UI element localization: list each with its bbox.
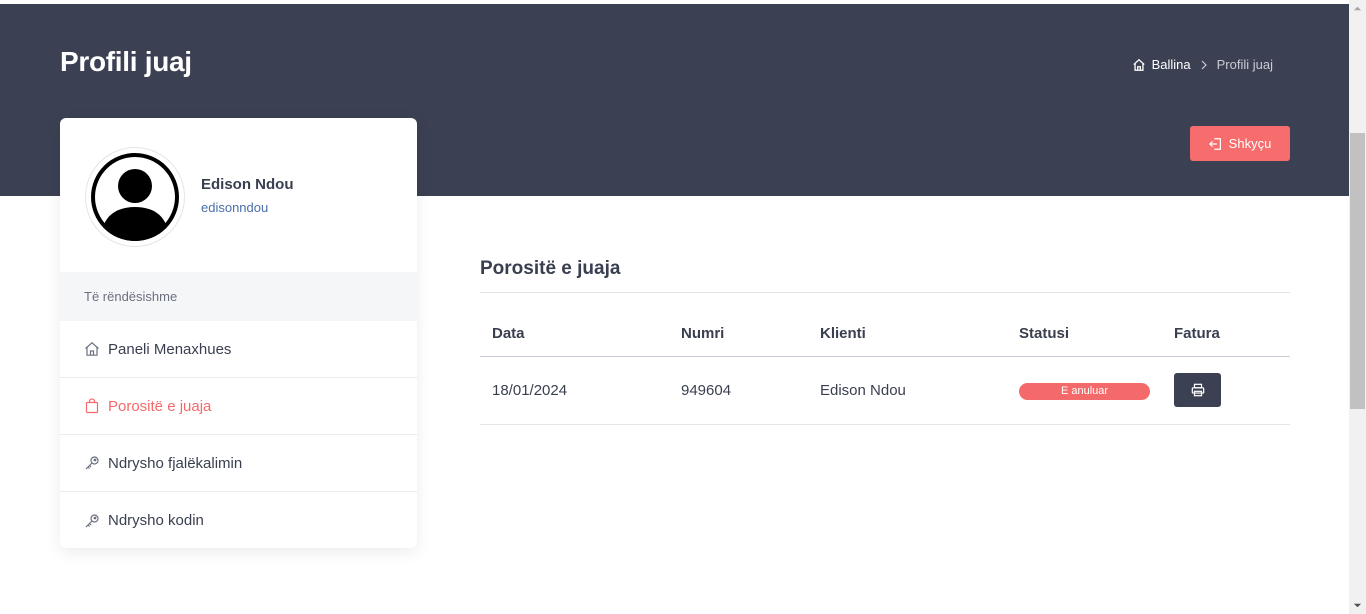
sidebar-section-label: Të rëndësishme — [60, 272, 417, 321]
key-icon — [84, 513, 100, 529]
sidebar-item-change-password[interactable]: Ndrysho fjalëkalimin — [60, 435, 417, 492]
vertical-scrollbar[interactable] — [1349, 0, 1366, 614]
shopping-bag-icon — [84, 398, 100, 414]
profile-summary: Edison Ndou edisonndou — [60, 118, 417, 272]
column-header-status: Statusi — [1007, 311, 1162, 357]
avatar — [85, 147, 185, 247]
status-badge: E anuluar — [1019, 382, 1150, 400]
user-avatar-icon — [91, 153, 179, 241]
orders-title: Porositë e juaja — [480, 258, 1290, 293]
order-date: 18/01/2024 — [480, 356, 669, 425]
scroll-down-arrow-icon[interactable] — [1353, 601, 1362, 610]
logout-icon — [1208, 137, 1223, 151]
breadcrumb-home-link[interactable]: Ballina — [1152, 57, 1191, 72]
breadcrumb-current: Profili juaj — [1216, 57, 1273, 72]
sidebar-item-orders[interactable]: Porositë e juaja — [60, 378, 417, 435]
column-header-number: Numri — [669, 311, 808, 357]
order-client: Edison Ndou — [808, 356, 1007, 425]
column-header-client: Klienti — [808, 311, 1007, 357]
column-header-invoice: Fatura — [1162, 311, 1290, 357]
sidebar-item-label: Paneli Menaxhues — [108, 340, 232, 358]
home-icon — [84, 341, 100, 357]
key-icon — [84, 455, 100, 471]
orders-table: Data Numri Klienti Statusi Fatura 18/01/… — [480, 311, 1290, 425]
sidebar-item-label: Porositë e juaja — [108, 397, 212, 415]
user-username: edisonndou — [201, 200, 269, 215]
sidebar-item-label: Ndrysho kodin — [108, 512, 204, 529]
column-header-date: Data — [480, 311, 669, 357]
printer-icon — [1191, 383, 1204, 397]
profile-card: Edison Ndou edisonndou Të rëndësishme Pa… — [60, 118, 417, 548]
print-invoice-button[interactable] — [1174, 373, 1221, 407]
breadcrumb: Ballina Profili juaj — [1132, 57, 1273, 72]
order-number: 949604 — [669, 356, 808, 425]
scrollbar-thumb[interactable] — [1350, 133, 1365, 409]
profile-page: Profili juaj Ballina Profili juaj Shkyçu — [0, 0, 1366, 614]
page-title: Profili juaj — [60, 46, 192, 77]
table-header-row: Data Numri Klienti Statusi Fatura — [480, 311, 1290, 357]
table-row: 18/01/2024 949604 Edison Ndou E anuluar — [480, 356, 1290, 425]
sidebar-item-label: Ndrysho fjalëkalimin — [108, 454, 243, 472]
logout-button[interactable]: Shkyçu — [1190, 126, 1290, 161]
sidebar-item-change-code[interactable]: Ndrysho kodin — [60, 492, 417, 548]
user-name: Edison Ndou — [201, 176, 294, 193]
chevron-right-icon — [1199, 60, 1209, 70]
scroll-up-arrow-icon[interactable] — [1353, 4, 1362, 13]
logout-label: Shkyçu — [1228, 136, 1272, 151]
home-icon — [1132, 58, 1146, 72]
sidebar-item-dashboard[interactable]: Paneli Menaxhues — [60, 321, 417, 378]
orders-section: Porositë e juaja Data Numri Klienti Stat… — [480, 258, 1290, 425]
